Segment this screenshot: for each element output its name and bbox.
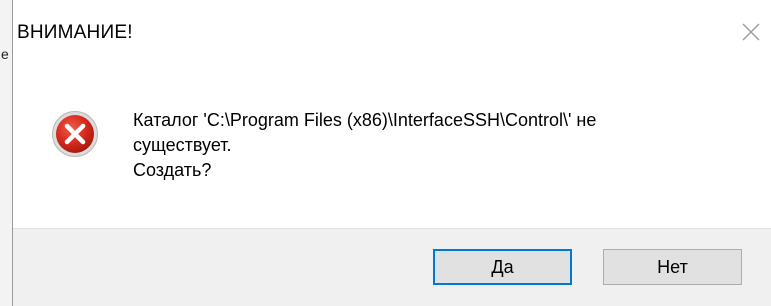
error-icon xyxy=(52,111,98,157)
message-line-3: Создать? xyxy=(133,160,212,180)
message-line-1: Каталог 'C:\Program Files (x86)\Interfac… xyxy=(133,110,597,130)
dialog-message: Каталог 'C:\Program Files (x86)\Interfac… xyxy=(133,108,753,183)
dialog-title: ВНИМАНИЕ! xyxy=(17,22,133,43)
dialog-content: Каталог 'C:\Program Files (x86)\Interfac… xyxy=(13,62,771,227)
close-icon xyxy=(742,23,760,41)
message-line-2: существует. xyxy=(133,135,232,155)
no-button[interactable]: Нет xyxy=(603,249,742,285)
dialog-button-bar: Да Нет xyxy=(13,228,771,306)
close-button[interactable] xyxy=(731,12,771,52)
background-text-fragment: е xyxy=(1,46,9,62)
message-dialog: ВНИМАНИЕ! Каталог 'C:\Program Files (x86… xyxy=(12,0,771,306)
dialog-titlebar[interactable]: ВНИМАНИЕ! xyxy=(13,0,771,62)
screen: е ВНИМАНИЕ! Каталог 'C:\Program Files (x… xyxy=(0,0,771,306)
yes-button[interactable]: Да xyxy=(433,249,572,285)
